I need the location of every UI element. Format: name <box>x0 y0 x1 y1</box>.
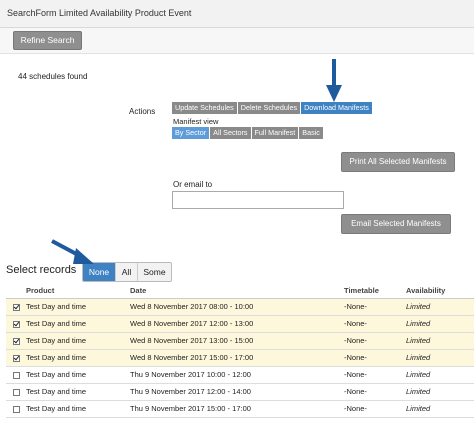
row-checkbox-cell <box>6 315 26 333</box>
row-date: Thu 9 November 2017 10:00 - 12:00 <box>130 366 344 384</box>
row-checkbox-cell <box>6 332 26 350</box>
arrow-down-right-icon <box>51 239 94 264</box>
update-schedules-button[interactable]: Update Schedules <box>172 102 238 114</box>
table-row[interactable]: Test Day and time Wed 8 November 2017 08:… <box>6 298 474 316</box>
header-checkbox-column <box>6 284 26 299</box>
select-some-option[interactable]: Some <box>138 263 171 281</box>
row-product: Test Day and time <box>26 383 130 401</box>
row-availability: Limited <box>406 315 474 333</box>
window-titlebar: SearchForm Limited Availability Product … <box>0 0 474 28</box>
table-row[interactable]: Test Day and time Thu 9 November 2017 10:… <box>6 366 474 384</box>
row-product: Test Day and time <box>26 315 130 333</box>
row-date: Wed 8 November 2017 12:00 - 13:00 <box>130 315 344 333</box>
header-timetable[interactable]: Timetable <box>344 284 406 299</box>
row-checkbox[interactable] <box>12 303 20 311</box>
email-manifests-button[interactable]: Email Selected Manifests <box>341 214 451 234</box>
table-row[interactable]: Test Day and time Wed 8 November 2017 15:… <box>6 349 474 367</box>
table-row[interactable]: Test Day and time Wed 8 November 2017 12:… <box>6 315 474 333</box>
row-checkbox[interactable] <box>12 371 20 379</box>
email-label: Or email to <box>173 180 213 189</box>
header-product[interactable]: Product <box>26 284 130 299</box>
row-checkbox[interactable] <box>12 405 20 413</box>
row-checkbox-cell <box>6 366 26 384</box>
row-date: Wed 8 November 2017 13:00 - 15:00 <box>130 332 344 350</box>
row-timetable: -None- <box>344 349 406 367</box>
row-checkbox-cell <box>6 383 26 401</box>
by-sector-option[interactable]: By Sector <box>172 127 211 139</box>
full-manifest-option[interactable]: Full Manifest <box>251 127 300 139</box>
actions-label: Actions <box>129 107 156 116</box>
row-checkbox[interactable] <box>12 388 20 396</box>
row-date: Thu 9 November 2017 12:00 - 14:00 <box>130 383 344 401</box>
row-checkbox-cell <box>6 298 26 316</box>
row-availability: Limited <box>406 298 474 316</box>
header-date[interactable]: Date <box>130 284 344 299</box>
row-product: Test Day and time <box>26 366 130 384</box>
row-date: Thu 9 November 2017 15:00 - 17:00 <box>130 400 344 418</box>
row-timetable: -None- <box>344 366 406 384</box>
delete-schedules-button[interactable]: Delete Schedules <box>237 102 302 114</box>
row-checkbox-cell <box>6 400 26 418</box>
row-checkbox[interactable] <box>12 354 20 362</box>
manifest-view-label: Manifest view <box>173 117 219 126</box>
row-product: Test Day and time <box>26 298 130 316</box>
records-table: Product Date Timetable Availability Test… <box>6 284 474 418</box>
row-date: Wed 8 November 2017 08:00 - 10:00 <box>130 298 344 316</box>
toolbar: Refine Search <box>0 28 474 54</box>
row-availability: Limited <box>406 349 474 367</box>
row-timetable: -None- <box>344 298 406 316</box>
window-title: SearchForm Limited Availability Product … <box>7 8 192 18</box>
row-availability: Limited <box>406 383 474 401</box>
row-product: Test Day and time <box>26 349 130 367</box>
print-all-manifests-button[interactable]: Print All Selected Manifests <box>341 152 455 172</box>
select-all-option[interactable]: All <box>116 263 138 281</box>
table-header-row: Product Date Timetable Availability <box>6 284 474 299</box>
row-timetable: -None- <box>344 383 406 401</box>
row-product: Test Day and time <box>26 400 130 418</box>
header-availability[interactable]: Availability <box>406 284 474 299</box>
table-row[interactable]: Test Day and time Wed 8 November 2017 13:… <box>6 332 474 350</box>
row-date: Wed 8 November 2017 15:00 - 17:00 <box>130 349 344 367</box>
email-input[interactable] <box>172 191 344 209</box>
arrow-down-icon <box>326 59 342 102</box>
row-product: Test Day and time <box>26 332 130 350</box>
row-checkbox[interactable] <box>12 320 20 328</box>
row-timetable: -None- <box>344 400 406 418</box>
all-sectors-option[interactable]: All Sectors <box>210 127 252 139</box>
manifest-view-toggle: By Sector All Sectors Full Manifest Basi… <box>172 127 323 139</box>
table-row[interactable]: Test Day and time Thu 9 November 2017 12:… <box>6 383 474 401</box>
row-checkbox-cell <box>6 349 26 367</box>
schedules-found-count: 44 schedules found <box>18 72 88 81</box>
row-checkbox[interactable] <box>12 337 20 345</box>
table-row[interactable]: Test Day and time Thu 9 November 2017 15:… <box>6 400 474 418</box>
basic-option[interactable]: Basic <box>299 127 323 139</box>
row-timetable: -None- <box>344 315 406 333</box>
row-timetable: -None- <box>344 332 406 350</box>
row-availability: Limited <box>406 400 474 418</box>
row-availability: Limited <box>406 332 474 350</box>
refine-search-button[interactable]: Refine Search <box>13 31 82 50</box>
row-availability: Limited <box>406 366 474 384</box>
